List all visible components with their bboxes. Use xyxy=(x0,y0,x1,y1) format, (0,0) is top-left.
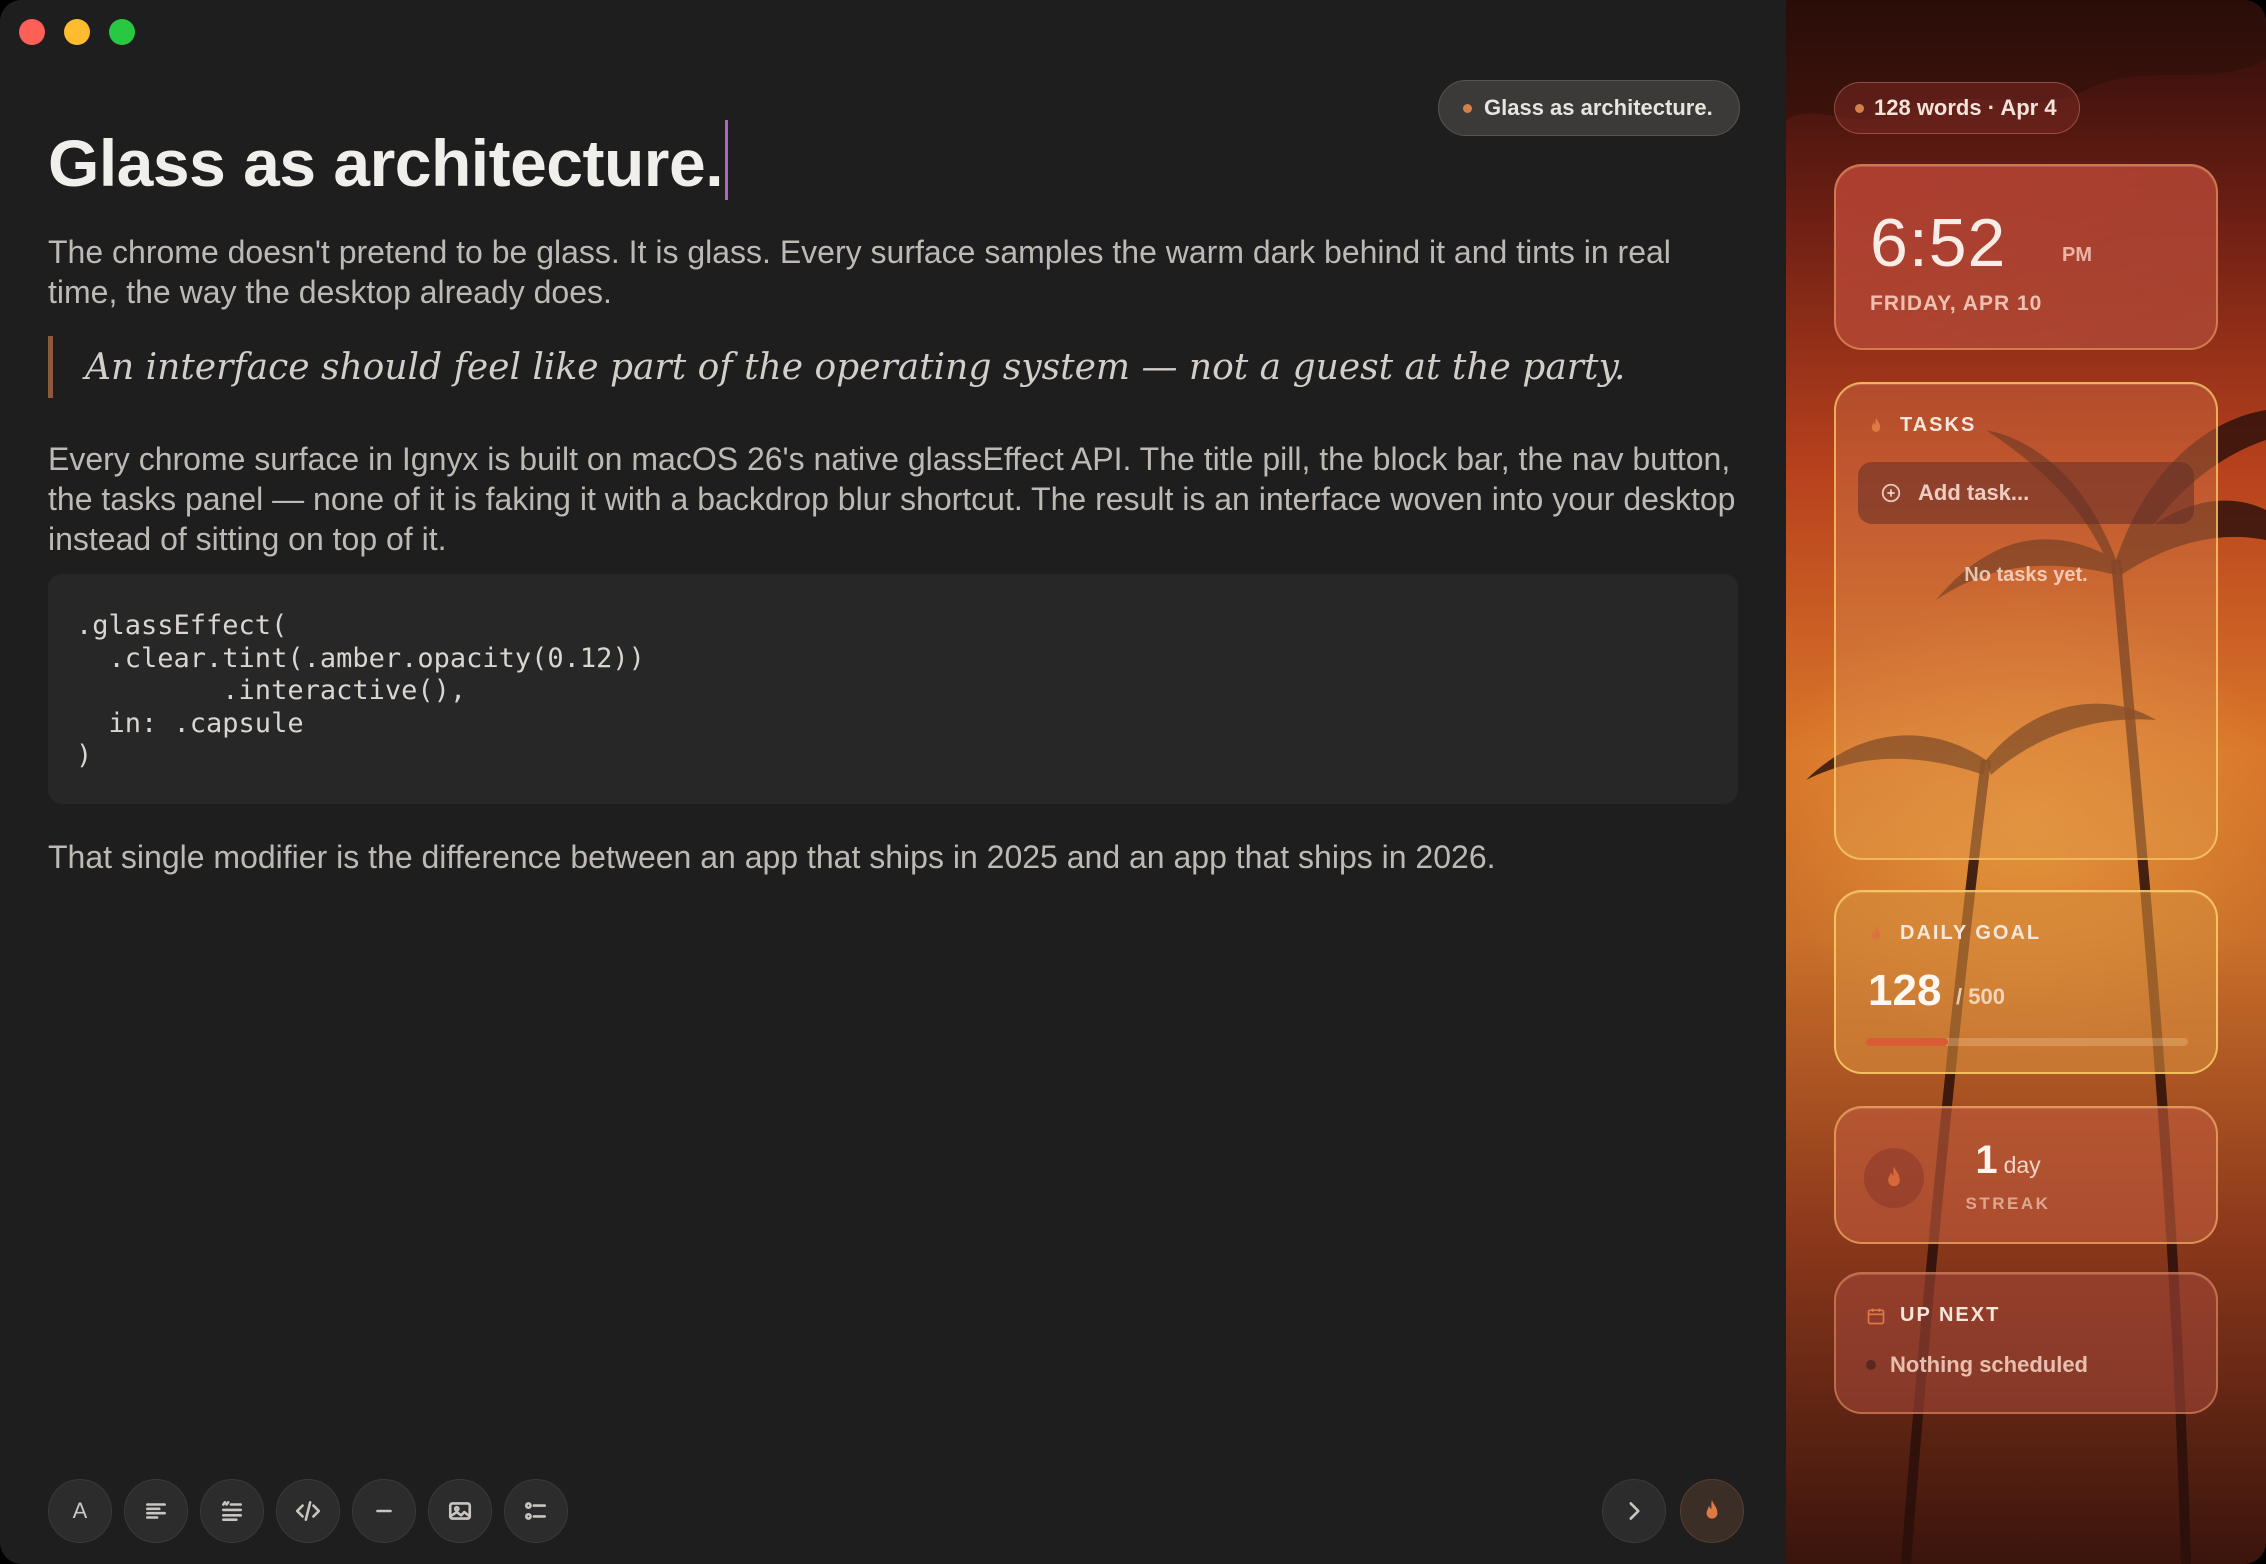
up-next-item[interactable]: Nothing scheduled xyxy=(1866,1352,2088,1378)
code-block[interactable]: .glassEffect( .clear.tint(.amber.opacity… xyxy=(48,574,1738,804)
clock-ampm: PM xyxy=(2062,244,2092,266)
tasks-heading-label: TASKS xyxy=(1900,414,1977,436)
traffic-lights xyxy=(19,19,135,45)
goal-heading: DAILY GOAL xyxy=(1866,922,2041,945)
minimize-window-button[interactable] xyxy=(64,19,90,45)
block-toolbar: A xyxy=(48,1479,568,1543)
title-pill-label: Glass as architecture. xyxy=(1484,95,1713,120)
close-window-button[interactable] xyxy=(19,19,45,45)
add-task-input[interactable]: Add task... xyxy=(1858,462,2194,524)
streak-unit: day xyxy=(2003,1152,2041,1178)
goal-heading-label: DAILY GOAL xyxy=(1900,922,2042,944)
blockquote-text: An interface should feel like part of th… xyxy=(85,346,1626,388)
image-button[interactable] xyxy=(428,1479,492,1543)
blockquote[interactable]: An interface should feel like part of th… xyxy=(48,336,1738,398)
clock-time: 6:52 xyxy=(1870,205,2007,281)
tasks-empty-text: No tasks yet. xyxy=(1964,564,2088,586)
text-caret xyxy=(725,120,729,200)
widget-sidebar: 128 words · Apr 4 6:52 PM FRIDAY, APR 10… xyxy=(1786,0,2266,1564)
plus-circle-icon xyxy=(1881,483,1901,503)
clock-widget: 6:52 PM FRIDAY, APR 10 xyxy=(1834,164,2218,350)
streak-number: 1 xyxy=(1975,1138,1998,1182)
clock-date: FRIDAY, APR 10 xyxy=(1870,292,2043,315)
code-button[interactable] xyxy=(276,1479,340,1543)
next-button[interactable] xyxy=(1602,1479,1666,1543)
tasks-heading: TASKS xyxy=(1866,414,1976,437)
editor-pane: Glass as architecture. Glass as architec… xyxy=(0,0,1786,1564)
paragraph-3[interactable]: That single modifier is the difference b… xyxy=(48,837,1748,877)
goal-progress-track xyxy=(1866,1038,2188,1046)
up-next-heading: UP NEXT xyxy=(1866,1304,2000,1327)
document-title[interactable]: Glass as architecture. xyxy=(48,120,729,201)
document-meta-pill[interactable]: 128 words · Apr 4 xyxy=(1834,82,2080,134)
streak-widget: 1 day STREAK xyxy=(1834,1106,2218,1244)
streak-label: STREAK xyxy=(1965,1194,2051,1213)
checklist-icon xyxy=(524,1502,546,1520)
document-title-text: Glass as architecture. xyxy=(48,126,724,200)
focus-flame-button[interactable] xyxy=(1680,1479,1744,1543)
calendar-icon xyxy=(1867,1308,1885,1324)
checklist-button[interactable] xyxy=(504,1479,568,1543)
flame-icon xyxy=(1706,1500,1718,1519)
paragraph-2[interactable]: Every chrome surface in Ignyx is built o… xyxy=(48,439,1748,559)
up-next-item-label: Nothing scheduled xyxy=(1890,1352,2088,1377)
event-dot-icon xyxy=(1866,1360,1876,1370)
code-icon xyxy=(295,1501,321,1521)
paragraph-button[interactable] xyxy=(124,1479,188,1543)
status-dot-icon xyxy=(1463,103,1472,113)
goal-value: 128 xyxy=(1868,966,1942,1015)
flame-icon xyxy=(1871,925,1881,940)
daily-goal-widget: DAILY GOAL 128 / 500 xyxy=(1834,890,2218,1074)
document-meta-label: 128 words · Apr 4 xyxy=(1874,95,2057,120)
image-icon xyxy=(448,1502,472,1520)
title-pill[interactable]: Glass as architecture. xyxy=(1438,80,1740,136)
paragraph-1[interactable]: The chrome doesn't pretend to be glass. … xyxy=(48,232,1748,312)
text-style-icon: A xyxy=(72,1498,88,1523)
divider-button[interactable] xyxy=(352,1479,416,1543)
zoom-window-button[interactable] xyxy=(109,19,135,45)
goal-max: / 500 xyxy=(1956,984,2005,1009)
tasks-widget: TASKS Add task... No tasks yet. xyxy=(1834,382,2218,860)
status-dot-icon xyxy=(1855,103,1864,113)
up-next-widget: UP NEXT Nothing scheduled xyxy=(1834,1272,2218,1414)
chevron-right-icon xyxy=(1629,1502,1640,1520)
streak-count: 1 day xyxy=(1836,1138,2180,1183)
paragraph-icon xyxy=(146,1503,166,1519)
quote-icon xyxy=(222,1501,242,1521)
toolbar-right xyxy=(1602,1479,1744,1543)
goal-progress-fill xyxy=(1866,1038,1949,1046)
text-style-button[interactable]: A xyxy=(48,1479,112,1543)
quote-button[interactable] xyxy=(200,1479,264,1543)
up-next-heading-label: UP NEXT xyxy=(1900,1304,2001,1326)
flame-icon xyxy=(1871,417,1881,432)
divider-icon xyxy=(376,1509,392,1513)
app-window: Glass as architecture. Glass as architec… xyxy=(0,0,2266,1564)
add-task-placeholder: Add task... xyxy=(1918,480,2030,505)
